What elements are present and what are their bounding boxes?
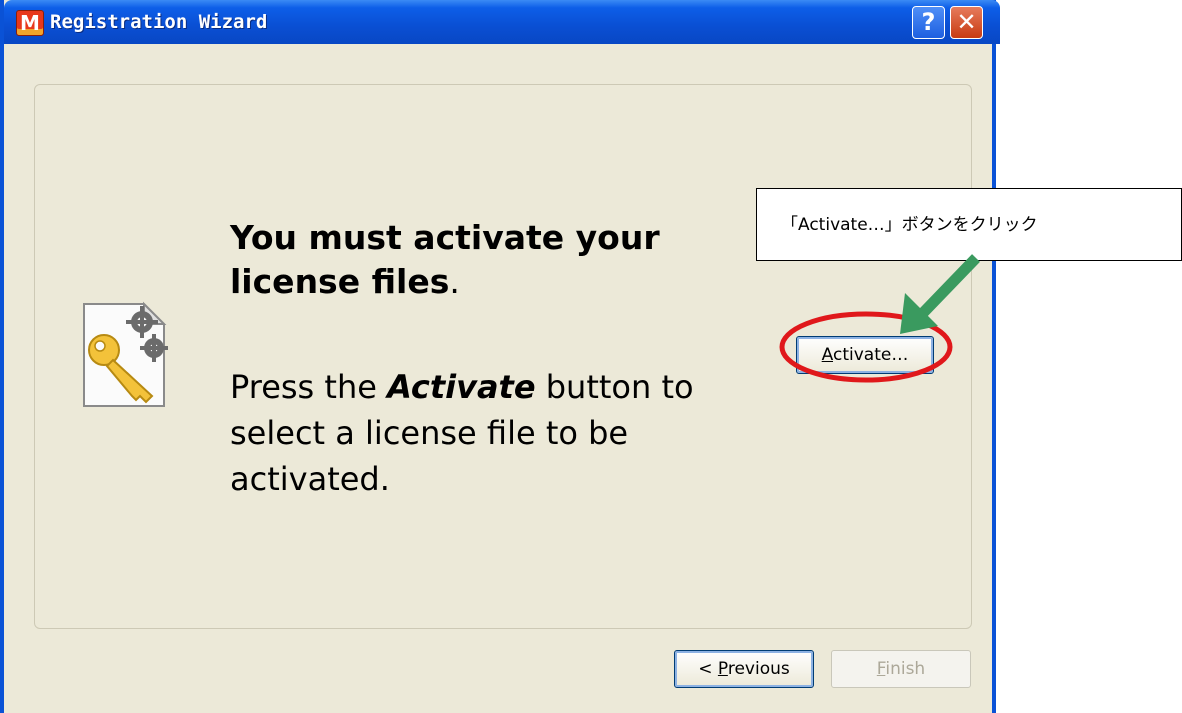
finish-label: inish <box>885 659 926 679</box>
license-key-document-icon <box>83 301 168 407</box>
annotation-callout: 「Activate…」ボタンをクリック <box>756 188 1182 261</box>
activate-mnemonic: A <box>821 345 833 365</box>
heading-period: . <box>449 262 460 301</box>
instruction-text: Press the Activate button to select a li… <box>230 364 790 502</box>
window-title: Registration Wizard <box>50 11 268 33</box>
help-button[interactable]: ? <box>912 6 945 39</box>
instruction-line-1: Press the Activate button to <box>230 364 790 410</box>
instruction-emphasis: Activate <box>387 368 536 406</box>
activate-label: ctivate… <box>833 345 909 365</box>
heading-line-2-text: license files <box>230 262 450 301</box>
previous-mnemonic: P <box>717 659 728 679</box>
close-button[interactable]: ✕ <box>950 6 983 39</box>
previous-button[interactable]: < Previous <box>674 650 814 688</box>
previous-prefix: < <box>698 659 718 679</box>
instruction-line-2: select a license file to be <box>230 414 629 452</box>
previous-label: revious <box>727 659 790 679</box>
app-logo-icon: M <box>16 10 44 36</box>
instruction-line-3: activated. <box>230 460 390 498</box>
heading-line-2: license files. <box>230 260 750 304</box>
title-bar[interactable]: M Registration Wizard ? ✕ <box>4 0 1000 44</box>
activation-heading: You must activate your license files. <box>230 216 750 304</box>
activate-button[interactable]: Activate… <box>796 336 934 374</box>
finish-button[interactable]: Finish <box>831 650 971 688</box>
instruction-prefix: Press the <box>230 368 388 406</box>
heading-line-1: You must activate your <box>230 218 660 257</box>
instruction-suffix: button to <box>535 368 694 406</box>
